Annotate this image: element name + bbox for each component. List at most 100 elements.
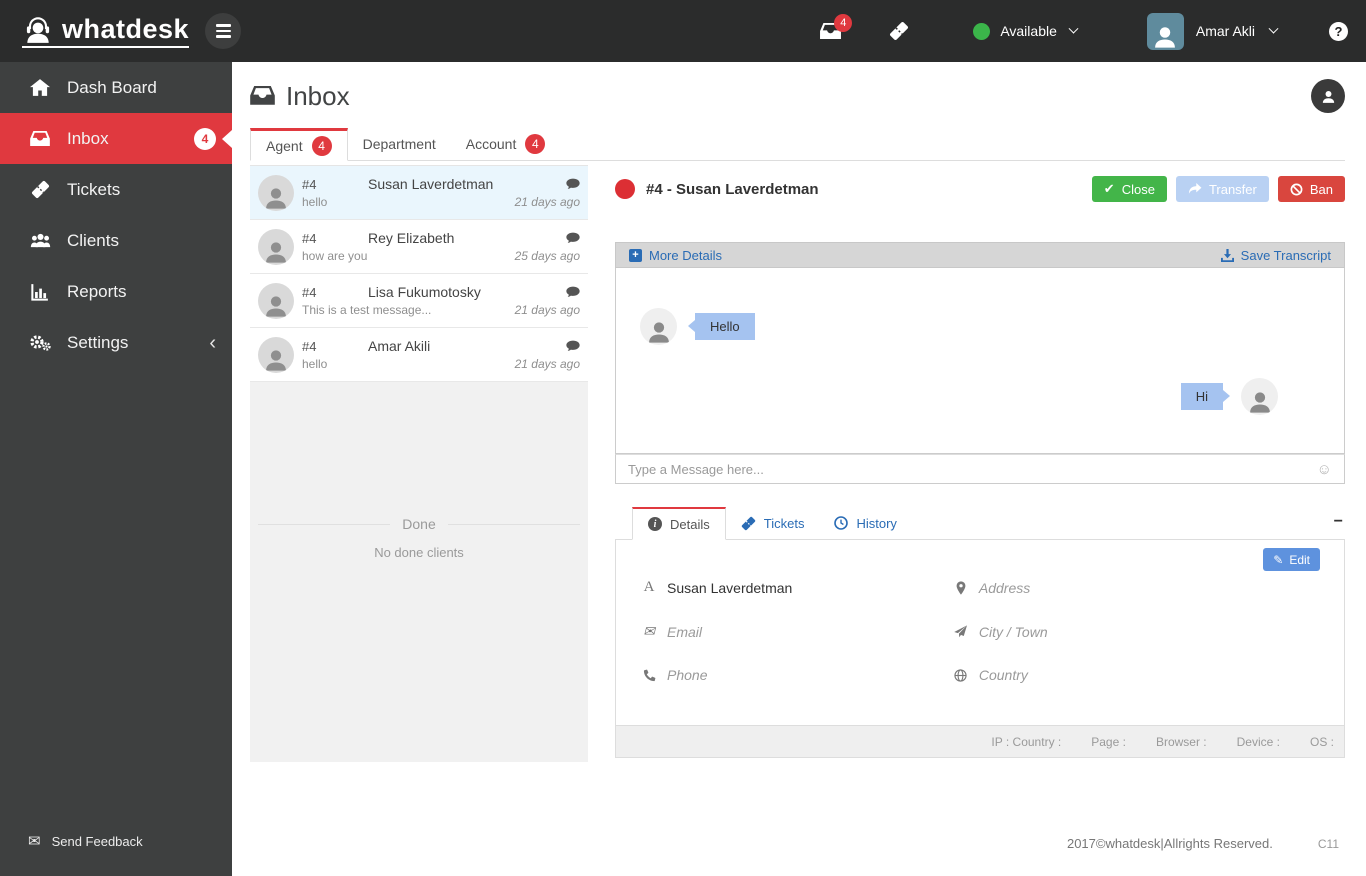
ban-label: Ban — [1309, 181, 1333, 197]
save-transcript-button[interactable]: Save Transcript — [1220, 248, 1331, 263]
chat-id: #4 — [302, 284, 317, 300]
tab-label: Account — [465, 136, 517, 152]
chat-time: 21 days ago — [514, 195, 580, 209]
avatar — [1146, 12, 1184, 50]
field-country-label: Country — [978, 667, 1028, 683]
chat-id: #4 — [302, 230, 317, 246]
tab-tickets[interactable]: Tickets — [726, 507, 820, 539]
help-button[interactable]: ? — [1329, 21, 1348, 41]
ticket-icon — [28, 180, 52, 199]
chat-time: 21 days ago — [514, 357, 580, 371]
map-marker-icon — [953, 580, 969, 595]
badge: 4 — [525, 134, 546, 154]
chat-id: #4 — [302, 176, 317, 192]
ban-button[interactable]: Ban — [1277, 176, 1345, 202]
download-icon — [1220, 248, 1234, 262]
field-address-label: Address — [978, 579, 1031, 596]
envelope-icon: ✉ — [643, 623, 655, 639]
availability-dropdown[interactable]: Available — [973, 22, 1079, 40]
headset-icon — [22, 15, 54, 43]
send-feedback-button[interactable]: ✉ Send Feedback — [28, 832, 143, 850]
bar-chart-icon — [28, 283, 52, 301]
emoji-icon[interactable]: ☺ — [1317, 461, 1332, 478]
message-bubble: Hello — [688, 313, 755, 340]
list-item[interactable]: #4 Susan Laverdetman hello 21 days ago — [250, 166, 588, 220]
meta-ip-country: IP : Country : — [991, 734, 1062, 749]
inbox-notifications-button[interactable]: 4 — [820, 13, 853, 40]
chat-header: #4 - Susan Laverdetman ✔ Close Transfer — [615, 172, 1345, 206]
edit-label: Edit — [1289, 552, 1310, 567]
chat-preview: how are you — [302, 249, 368, 263]
transfer-button[interactable]: Transfer — [1175, 176, 1269, 202]
ban-icon — [1290, 183, 1303, 196]
page-title: Inbox — [250, 81, 350, 112]
chevron-down-icon — [1268, 23, 1279, 34]
field-phone: Phone — [641, 667, 953, 683]
user-panel-toggle-button[interactable] — [1311, 79, 1345, 113]
sidebar-item-settings[interactable]: Settings ‹ — [0, 317, 232, 368]
more-details-label: More Details — [649, 247, 722, 263]
chat-preview: hello — [302, 195, 328, 209]
envelope-icon: ✉ — [28, 833, 41, 850]
status-dot-icon — [973, 22, 991, 40]
main-content: Inbox Agent 4 Department Account 4 #4 Su… — [232, 0, 1366, 851]
sidebar: Dash Board Inbox 4 Tickets Clients Repor… — [0, 62, 232, 876]
list-item[interactable]: #4 Amar Akili hello 21 days ago — [250, 328, 588, 382]
chat-name: Susan Laverdetman — [368, 176, 494, 192]
chat-name: Amar Akili — [368, 338, 431, 354]
avatar — [258, 228, 294, 265]
client-tabs: i Details Tickets History − — [615, 507, 1345, 540]
sidebar-item-reports[interactable]: Reports — [0, 266, 232, 317]
font-a-icon: A — [643, 579, 655, 595]
more-details-button[interactable]: + More Details — [629, 248, 722, 263]
tab-details[interactable]: i Details — [632, 507, 726, 540]
tickets-button[interactable] — [889, 21, 909, 41]
share-arrow-icon — [1188, 183, 1202, 195]
brand-logo[interactable]: whatdesk — [22, 15, 190, 48]
comment-icon — [566, 340, 580, 352]
page-footer: 2017©whatdesk|Allrights Reserved. C11 — [615, 836, 1345, 851]
sidebar-item-clients[interactable]: Clients — [0, 215, 232, 266]
sidebar-item-dashboard[interactable]: Dash Board — [0, 62, 232, 113]
close-label: Close — [1121, 181, 1155, 197]
user-name: Amar Akli — [1195, 23, 1255, 39]
info-icon: i — [648, 517, 662, 531]
person-icon — [1320, 88, 1337, 105]
navbar-right: 4 Available Amar Akli ? — [820, 12, 1366, 50]
tab-agent[interactable]: Agent 4 — [250, 128, 348, 161]
chat-time: 25 days ago — [514, 249, 580, 263]
chat-preview: This is a test message... — [302, 303, 432, 317]
list-item[interactable]: #4 Rey Elizabeth how are you 25 days ago — [250, 220, 588, 274]
version-code: C11 — [1317, 837, 1339, 851]
menu-toggle-button[interactable] — [205, 13, 242, 49]
user-menu-dropdown[interactable]: Amar Akli — [1146, 12, 1279, 50]
conversation-toolbar: + More Details Save Transcript — [615, 242, 1345, 268]
tab-department[interactable]: Department — [348, 128, 451, 160]
message-input[interactable] — [628, 461, 1317, 477]
sidebar-item-tickets[interactable]: Tickets — [0, 164, 232, 215]
edit-button[interactable]: ✎ Edit — [1263, 548, 1320, 571]
phone-icon — [641, 669, 657, 682]
inbox-icon — [250, 86, 275, 106]
list-item[interactable]: #4 Lisa Fukumotosky This is a test messa… — [250, 274, 588, 328]
field-city: City / Town — [953, 623, 1319, 640]
close-button[interactable]: ✔ Close — [1091, 176, 1167, 202]
field-email: ✉ Email — [641, 623, 953, 640]
copyright-text: 2017©whatdesk|Allrights Reserved. — [1066, 836, 1273, 851]
field-name-value: Susan Laverdetman — [667, 579, 793, 596]
status-dot-icon — [615, 179, 635, 199]
sidebar-item-label: Inbox — [67, 128, 109, 148]
chevron-down-icon — [1068, 23, 1079, 34]
sidebar-item-inbox[interactable]: Inbox 4 — [0, 113, 232, 164]
tab-account[interactable]: Account 4 — [451, 128, 561, 160]
status-label: Available — [1000, 23, 1057, 39]
chevron-left-icon: ‹ — [209, 331, 216, 354]
meta-device: Device : — [1236, 734, 1280, 749]
check-icon: ✔ — [1103, 181, 1115, 196]
avatar — [258, 174, 294, 211]
avatar — [1241, 378, 1278, 415]
ticket-icon — [889, 21, 909, 41]
page-title-text: Inbox — [286, 80, 350, 111]
tab-history[interactable]: History — [819, 507, 911, 539]
collapse-button[interactable]: − — [1334, 513, 1343, 531]
